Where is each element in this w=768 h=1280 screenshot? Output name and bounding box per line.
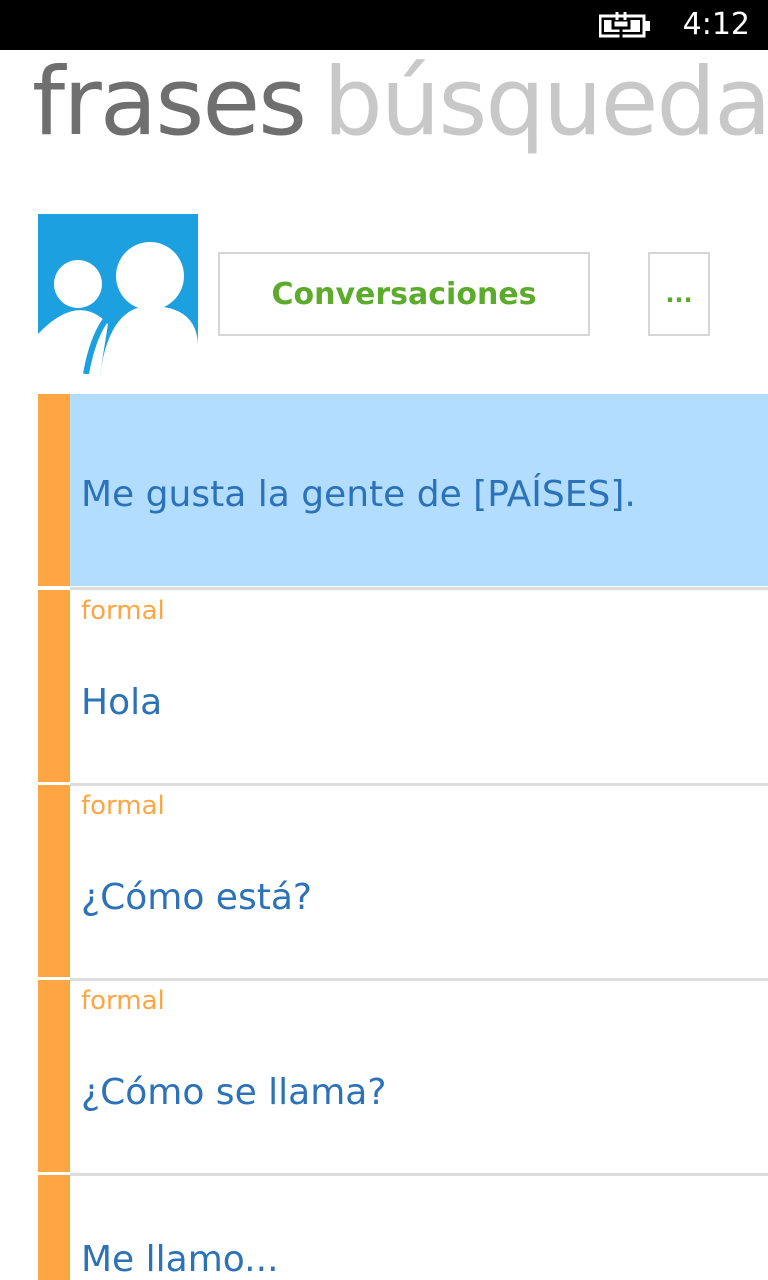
list-item[interactable]: Me gusta la gente de [PAÍSES].: [38, 394, 768, 590]
conversations-button[interactable]: Conversaciones: [218, 252, 590, 336]
list-item[interactable]: formal ¿Cómo se llama?: [38, 980, 768, 1176]
pivot-header: frases búsqueda: [32, 38, 768, 168]
phrase-text: Me gusta la gente de [PAÍSES].: [81, 474, 636, 515]
phrase-tag: formal: [81, 986, 165, 1016]
list-item-content: Me gusta la gente de [PAÍSES].: [70, 394, 768, 586]
people-icon[interactable]: [38, 214, 198, 374]
list-item[interactable]: formal ¿Cómo está?: [38, 785, 768, 981]
battery-charging-icon: [599, 10, 650, 38]
list-item-content: Me llamo...: [70, 1175, 768, 1280]
list-item[interactable]: Me llamo...: [38, 1175, 768, 1280]
category-marker: [38, 785, 70, 977]
phrase-tag: formal: [81, 596, 165, 626]
pivot-item-busqueda[interactable]: búsqueda: [323, 48, 768, 157]
list-item-content: formal ¿Cómo se llama?: [70, 980, 768, 1172]
phrase-text: ¿Cómo se llama?: [81, 1072, 387, 1113]
phrase-text: Me llamo...: [81, 1239, 279, 1280]
phrase-text: Hola: [81, 682, 163, 723]
category-marker: [38, 1175, 70, 1280]
list-item[interactable]: formal Hola: [38, 590, 768, 786]
category-marker: [38, 980, 70, 1172]
phrase-tag: formal: [81, 791, 165, 821]
category-marker: [38, 590, 70, 782]
pivot-item-frases[interactable]: frases: [32, 48, 307, 157]
category-marker: [38, 394, 70, 586]
more-button[interactable]: ...: [648, 252, 710, 336]
list-item-content: formal ¿Cómo está?: [70, 785, 768, 977]
list-item-content: formal Hola: [70, 590, 768, 782]
phrase-text: ¿Cómo está?: [81, 877, 312, 918]
